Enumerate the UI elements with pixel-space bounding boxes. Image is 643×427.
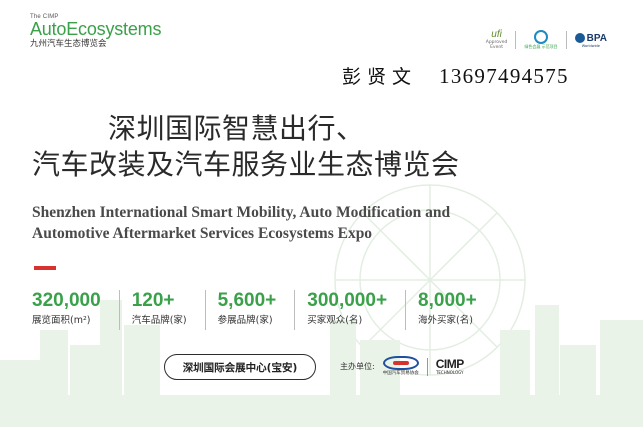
caam-logo: 中国汽车贸易协会 — [382, 356, 419, 377]
organizers-label: 主办单位: — [340, 362, 375, 371]
partner-divider — [515, 31, 517, 49]
stat-car-brands: 120+ 汽车品牌(家) — [132, 290, 206, 330]
ufi-event: Event — [490, 45, 503, 50]
stat-visitors: 300,000+ 买家观众(名) — [307, 290, 407, 330]
contact-info: 彭贤文 13697494575 — [342, 62, 569, 89]
stat-value: 320,000 — [32, 290, 101, 311]
bpa-globe-icon — [574, 33, 585, 43]
green-expo-logo: 绿色会展 示范项目 — [524, 30, 558, 50]
ufi-mark: ufi — [491, 29, 502, 40]
organizer-divider — [426, 357, 428, 376]
title-english-line1: Shenzhen International Smart Mobility, A… — [32, 204, 451, 221]
accent-bar — [34, 266, 56, 270]
cimp-name: CIMP — [435, 357, 465, 371]
stat-label: 展览面积(m²) — [32, 315, 91, 326]
green-expo-label: 绿色会展 示范项目 — [524, 44, 558, 49]
stat-label: 参展品牌(家) — [217, 315, 273, 326]
cimp-logo: CIMP TECHNOLOGY — [435, 357, 465, 375]
contact-name: 彭贤文 — [342, 66, 418, 88]
caam-icon — [382, 356, 419, 370]
contact-phone: 13697494575 — [439, 64, 569, 88]
bpa-logo: BPA Worldwide — [574, 32, 607, 48]
stat-label: 汽车品牌(家) — [131, 315, 187, 326]
bpa-name: BPA — [586, 32, 607, 44]
expo-logo: The CIMP AutoEcosystems 九州汽车生态博览会 — [30, 14, 161, 50]
caam-name: 中国汽车贸易协会 — [382, 371, 419, 376]
stat-value: 5,600+ — [217, 290, 277, 311]
logo-wordmark: AutoEcosystems — [30, 19, 162, 39]
title-english-line2: Automotive Aftermarket Services Ecosyste… — [32, 225, 373, 242]
title-chinese-line1: 深圳国际智慧出行、 — [108, 112, 365, 145]
venue-badge: 深圳国际会展中心(宝安) — [164, 354, 316, 380]
cimp-sub: TECHNOLOGY — [435, 370, 464, 375]
stats-row: 320,000 展览面积(m²) 120+ 汽车品牌(家) 5,600+ 参展品… — [32, 290, 477, 330]
stat-exhibition-area: 320,000 展览面积(m²) — [32, 290, 120, 330]
organizers: 主办单位: 中国汽车贸易协会 CIMP TECHNOLOGY — [340, 356, 464, 377]
title-chinese-line2: 汽车改装及汽车服务业生态博览会 — [32, 148, 460, 181]
stat-value: 300,000+ — [307, 290, 388, 311]
partner-logos: ufi Approved Event 绿色会展 示范项目 BPA Worldwi… — [486, 29, 607, 51]
stat-value: 120+ — [131, 290, 175, 311]
logo-chinese-name: 九州汽车生态博览会 — [30, 39, 107, 49]
ufi-logo: ufi Approved Event — [486, 29, 508, 51]
stat-value: 8,000+ — [418, 290, 477, 311]
stat-overseas-buyers: 8,000+ 海外买家(名) — [418, 290, 477, 330]
green-expo-icon — [533, 30, 548, 44]
bpa-sub: Worldwide — [581, 43, 600, 48]
stat-exhibitor-brands: 5,600+ 参展品牌(家) — [218, 290, 296, 330]
stat-label: 海外买家(名) — [418, 315, 473, 326]
partner-divider — [565, 31, 567, 49]
stat-label: 买家观众(名) — [307, 315, 363, 326]
